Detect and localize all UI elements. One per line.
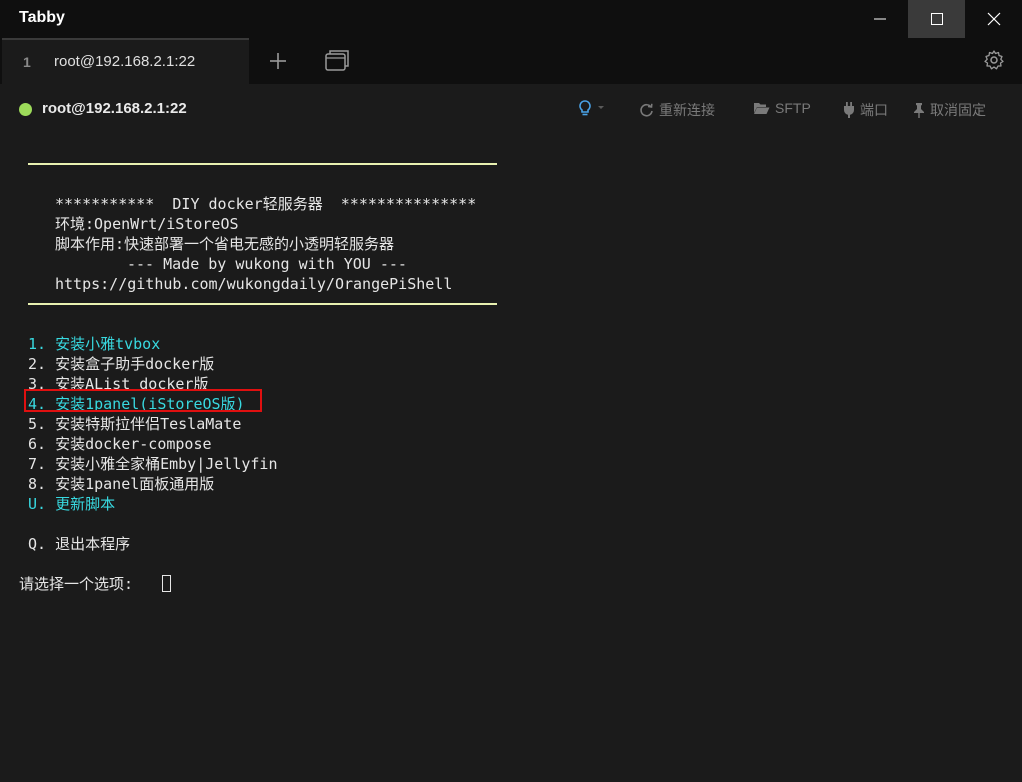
minimize-button[interactable]: [851, 0, 908, 38]
port-forwarding-button[interactable]: 端口: [843, 100, 888, 120]
reconnect-label: 重新连接: [659, 102, 715, 118]
plus-icon: [270, 53, 286, 69]
windows-icon: [325, 50, 349, 71]
profiles-button[interactable]: [324, 49, 350, 73]
menu-item-8: 8. 安装1panel面板通用版: [28, 475, 215, 493]
menu-item-7: 7. 安装小雅全家桶Emby|Jellyfin: [28, 455, 278, 473]
minimize-icon: [873, 18, 886, 20]
tab-bar: 1 root@192.168.2.1:22: [0, 38, 1022, 84]
input-prompt: 请选择一个选项:: [19, 575, 134, 593]
unpin-button[interactable]: 取消固定: [913, 100, 986, 120]
tab-index: 1: [23, 54, 31, 70]
app-title: Tabby: [19, 9, 65, 26]
port-label: 端口: [860, 102, 888, 118]
plug-icon: [844, 102, 854, 118]
pin-icon: [914, 103, 924, 118]
session-toolbar: root@192.168.2.1:22 重新连接 SFTP 端口 取消固定: [0, 84, 1022, 134]
unpin-label: 取消固定: [930, 102, 986, 118]
banner-purpose: 脚本作用:快速部署一个省电无感的小透明轻服务器: [55, 235, 395, 253]
highlight-annotation: [24, 389, 262, 412]
banner-credit: --- Made by wukong with YOU ---: [127, 255, 407, 273]
reconnect-button[interactable]: 重新连接: [639, 100, 715, 120]
new-tab-button[interactable]: [266, 49, 290, 73]
close-icon: [987, 12, 1000, 26]
menu-item-update: U. 更新脚本: [28, 495, 116, 513]
sftp-button[interactable]: SFTP: [753, 100, 811, 116]
settings-button[interactable]: [983, 49, 1005, 71]
close-button[interactable]: [965, 0, 1022, 38]
folder-open-icon: [754, 103, 770, 114]
menu-item-1: 1. 安装小雅tvbox: [28, 335, 161, 353]
menu-item-quit: Q. 退出本程序: [28, 535, 131, 553]
reload-icon: [640, 103, 653, 117]
terminal-output[interactable]: *********** DIY docker轻服务器 *************…: [0, 134, 1022, 782]
text-cursor: [162, 575, 171, 592]
menu-item-6: 6. 安装docker-compose: [28, 435, 212, 453]
caret-down-icon: [598, 106, 604, 109]
lightbulb-icon: [579, 100, 591, 116]
banner-title: *********** DIY docker轻服务器 *************…: [55, 195, 477, 213]
menu-item-2: 2. 安装盒子助手docker版: [28, 355, 215, 373]
banner-url: https://github.com/wukongdaily/OrangePiS…: [55, 275, 453, 293]
hints-button[interactable]: [578, 100, 605, 116]
tab-ssh-session[interactable]: 1 root@192.168.2.1:22: [2, 38, 249, 84]
host-label: root@192.168.2.1:22: [42, 100, 187, 117]
tab-title: root@192.168.2.1:22: [54, 53, 196, 70]
sftp-label: SFTP: [775, 100, 811, 116]
maximize-icon: [930, 13, 943, 25]
gear-icon: [984, 50, 1004, 70]
maximize-button[interactable]: [908, 0, 965, 38]
banner-bottom-rule: [28, 303, 497, 305]
banner-top-rule: [28, 163, 497, 165]
connection-status-dot: [19, 103, 32, 116]
menu-item-5: 5. 安装特斯拉伴侣TeslaMate: [28, 415, 242, 433]
title-bar: Tabby: [0, 0, 1022, 38]
banner-environment: 环境:OpenWrt/iStoreOS: [55, 215, 239, 233]
